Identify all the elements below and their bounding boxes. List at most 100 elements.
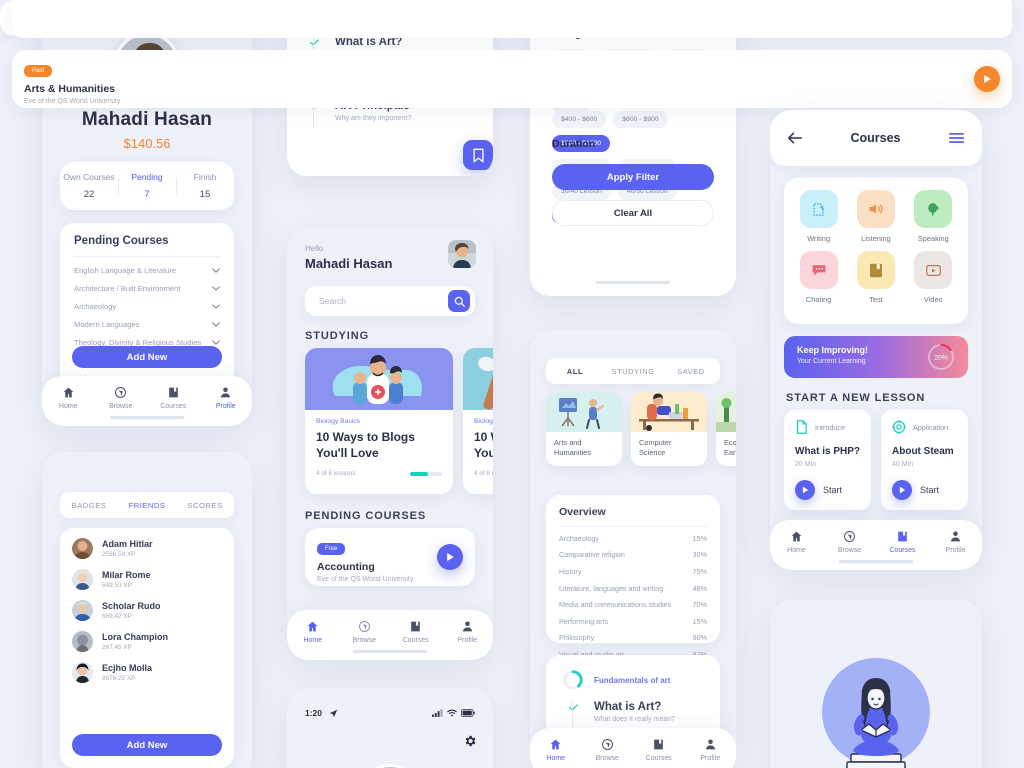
hamburger-icon[interactable] — [949, 132, 964, 144]
skill-chating[interactable]: Chating — [790, 251, 847, 304]
chevron-down-icon[interactable] — [212, 285, 220, 291]
add-new-button[interactable]: Add New — [72, 346, 222, 368]
list-item[interactable]: Adam Hitlar 2598,59 XP — [72, 538, 222, 559]
overview-row: Literature, languages and writing 48% — [559, 580, 707, 597]
course-card-partial — [12, 0, 1012, 38]
nav-item-home[interactable]: Home — [42, 385, 95, 410]
search-bar[interactable] — [305, 286, 475, 316]
skill-test[interactable]: Test — [847, 251, 904, 304]
nav-item-courses[interactable]: Courses — [147, 385, 200, 410]
nav-item-profile[interactable]: Profile — [929, 529, 982, 554]
nav-item-profile[interactable]: Profile — [685, 737, 737, 762]
start-button[interactable]: Start — [795, 480, 860, 500]
category-label: Arts and Humanities — [554, 438, 591, 457]
pending-course-row[interactable]: Architecture / Built Environment — [74, 279, 220, 297]
avatar — [72, 600, 93, 621]
new-lesson-card[interactable]: Application About Steam 40 Min Start — [881, 410, 968, 510]
chat-icon — [799, 251, 838, 289]
avatar[interactable] — [448, 240, 476, 268]
chevron-down-icon[interactable] — [212, 339, 220, 345]
category-card[interactable]: Arts and Humanities — [546, 392, 622, 466]
start-label: Start — [920, 485, 940, 495]
nav-item-browse[interactable]: Browse — [339, 619, 391, 644]
arts-course-card[interactable]: Paid Arts & Humanities Eve of the QS Wor… — [12, 50, 1012, 108]
nav-item-home[interactable]: Home — [287, 619, 339, 644]
category-illustration — [716, 392, 736, 432]
skill-writing[interactable]: Writing — [790, 190, 847, 243]
home-user-name: Mahadi Hasan — [305, 256, 393, 271]
stat-own-courses[interactable]: Own Courses 22 — [60, 172, 118, 200]
new-lesson-list: Introduce What is PHP? 20 Min Start Appl… — [784, 410, 968, 510]
nav-item-courses[interactable]: Courses — [633, 737, 685, 762]
nav-item-browse[interactable]: Browse — [95, 385, 148, 410]
list-item[interactable]: Scholar Rudo 689,42 XP — [72, 600, 222, 621]
studying-carousel[interactable]: Biology Basics 10 Ways to Blogs You'll L… — [305, 348, 493, 494]
nav-item-browse[interactable]: Browse — [823, 529, 876, 554]
wifi-icon — [447, 709, 457, 717]
browse-tabs: ALL STUDYING SAVED — [546, 358, 720, 384]
study-card-title: 10 Ways to Blogs You'll Love — [474, 430, 493, 460]
play-button[interactable] — [974, 66, 1000, 92]
nav-label: Browse — [595, 755, 619, 762]
stat-pending[interactable]: Pending 7 — [118, 172, 176, 200]
lesson-item[interactable]: What is Art? What does it really mean? — [546, 701, 720, 729]
category-carousel[interactable]: Arts and Humanities Computer Science Eco… — [546, 392, 736, 466]
profile-identity: Mahadi Hasan $140.56 — [42, 109, 252, 151]
category-card[interactable]: Computer Science — [631, 392, 707, 466]
keep-improving-banner[interactable]: Keep Improving! Your Current Learning 20… — [784, 336, 968, 378]
nav-item-browse[interactable]: Browse — [582, 737, 634, 762]
clear-all-button[interactable]: Clear All — [552, 200, 714, 226]
add-new-friend-button[interactable]: Add New — [72, 734, 222, 756]
onboarding-illustration-screen — [770, 600, 982, 768]
skill-video[interactable]: Video — [905, 251, 962, 304]
gear-icon[interactable] — [463, 734, 477, 748]
new-lesson-card[interactable]: Introduce What is PHP? 20 Min Start — [784, 410, 871, 510]
tab-scores[interactable]: SCORES — [176, 501, 234, 510]
page-title: Courses — [850, 131, 901, 145]
stat-finish[interactable]: Finish 15 — [176, 172, 234, 200]
compass-icon — [95, 385, 148, 399]
skill-speaking[interactable]: Speaking — [905, 190, 962, 243]
chip-price-400-600[interactable]: $400 - $600 — [552, 111, 607, 128]
pending-course-row[interactable]: Modern Languages — [74, 315, 220, 333]
play-button[interactable] — [437, 544, 463, 570]
pending-course-row[interactable]: English Language & Literature — [74, 261, 220, 279]
nav-item-profile[interactable]: Profile — [200, 385, 253, 410]
study-card[interactable]: Biology Basics 10 Ways to Blogs You'll L… — [305, 348, 453, 494]
overview-title: Overview — [559, 506, 606, 518]
chevron-down-icon[interactable] — [212, 303, 220, 309]
list-item[interactable]: Ecjho Molla 8976,25 XP — [72, 662, 222, 683]
search-button[interactable] — [448, 290, 470, 312]
home-icon — [770, 529, 823, 543]
skill-listening[interactable]: Listening — [847, 190, 904, 243]
tab-badges[interactable]: BADGES — [60, 501, 118, 510]
chevron-down-icon[interactable] — [212, 321, 220, 327]
list-item[interactable]: Milar Rome 549,53 XP — [72, 569, 222, 590]
lesson-subtitle: Why are they importent? — [335, 115, 412, 122]
pending-section-label: PENDING COURSES — [305, 510, 427, 522]
nav-item-courses[interactable]: Courses — [876, 529, 929, 554]
overview-row: Philosophy 90% — [559, 630, 707, 647]
chevron-down-icon[interactable] — [212, 267, 220, 273]
apply-filter-button[interactable]: Apply Filter — [552, 164, 714, 190]
bookmark-button[interactable] — [463, 140, 493, 170]
study-card[interactable]: Biology Basics 10 Ways to Blogs You'll L… — [463, 348, 493, 494]
chip-price-600-900[interactable]: $600 - $900 — [613, 111, 668, 128]
profile-screen-bottom: 1:20 — [287, 688, 493, 768]
tab-all[interactable]: ALL — [546, 367, 604, 376]
nav-item-profile[interactable]: Profile — [442, 619, 494, 644]
nav-item-courses[interactable]: Courses — [390, 619, 442, 644]
nav-item-home[interactable]: Home — [770, 529, 823, 554]
back-arrow-icon[interactable] — [788, 132, 802, 144]
search-input[interactable] — [319, 296, 448, 306]
category-card[interactable]: Economics and Earth — [716, 392, 736, 466]
pending-course-card[interactable]: Free Accounting Eve of the QS World Univ… — [305, 528, 475, 586]
tab-studying[interactable]: STUDYING — [604, 367, 662, 376]
tab-saved[interactable]: SAVED — [662, 367, 720, 376]
nav-item-home[interactable]: Home — [530, 737, 582, 762]
pending-course-row[interactable]: Archaeology — [74, 297, 220, 315]
list-item[interactable]: Lora Champion 267,45 XP — [72, 631, 222, 652]
start-button[interactable]: Start — [892, 480, 957, 500]
tab-friends[interactable]: FRIENDS — [118, 501, 176, 510]
overview-value: 90% — [692, 633, 707, 643]
